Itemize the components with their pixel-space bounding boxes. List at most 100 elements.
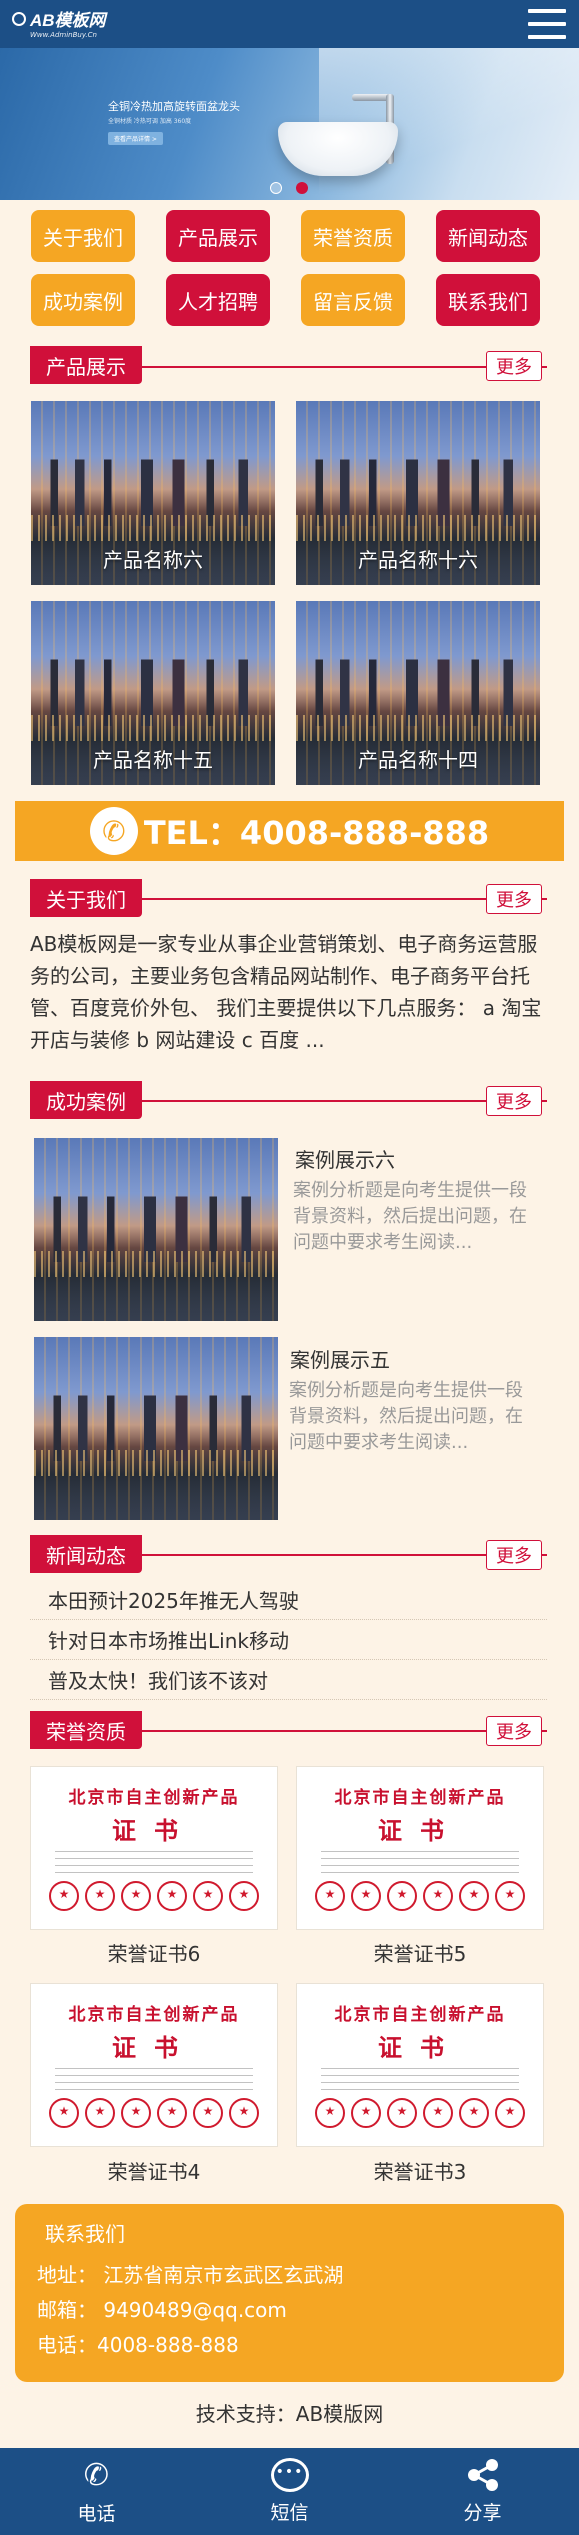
seal-icon xyxy=(85,1881,115,1911)
certificate-caption[interactable]: 荣誉证书5 xyxy=(296,1938,544,1967)
case-image[interactable] xyxy=(34,1138,278,1321)
news-item[interactable]: 普及太快！我们该不该对 xyxy=(30,1660,547,1700)
seal-icon xyxy=(157,1881,187,1911)
nav-feedback[interactable]: 留言反馈 xyxy=(301,274,405,326)
contact-address: 地址： 江苏省南京市玄武区玄武湖 xyxy=(37,2263,344,2287)
certificate-image[interactable]: 北京市自主创新产品 证书 xyxy=(30,1766,278,1930)
bottom-toolbar: ✆ 电话 短信 分享 xyxy=(0,2448,579,2535)
cases-more-link[interactable]: 更多 xyxy=(486,1086,542,1116)
news-item[interactable]: 本田预计2025年推无人驾驶 xyxy=(30,1580,547,1620)
certificate-subheading: 证书 xyxy=(112,2033,196,2062)
share-icon xyxy=(466,2458,500,2492)
message-icon xyxy=(270,2458,309,2492)
nav-about[interactable]: 关于我们 xyxy=(31,210,135,262)
seal-icon xyxy=(423,1881,453,1911)
case-description: 案例分析题是向考生提供一段背景资料，然后提出问题，在问题中要求考生阅读... xyxy=(289,1380,523,1453)
news-more-link[interactable]: 更多 xyxy=(486,1540,542,1570)
section-title-news: 新闻动态 xyxy=(30,1535,142,1573)
site-logo[interactable]: AB模板网 Www.AdminBuy.Cn xyxy=(12,6,106,39)
nav-products[interactable]: 产品展示 xyxy=(166,210,270,262)
product-name: 产品名称六 xyxy=(103,548,203,572)
seal-icon xyxy=(193,1881,223,1911)
section-title-honors: 荣誉资质 xyxy=(30,1711,142,1749)
nav-news[interactable]: 新闻动态 xyxy=(436,210,540,262)
about-text: AB模板网是一家专业从事企业营销策划、电子商务运营服务的公司，主要业务包含精品网… xyxy=(30,932,542,1052)
seal-icon xyxy=(387,1881,417,1911)
certificate-heading: 北京市自主创新产品 xyxy=(334,1788,506,1808)
section-title-products: 产品展示 xyxy=(30,346,142,384)
nav-honors[interactable]: 荣誉资质 xyxy=(301,210,405,262)
contact-box: 联系我们 地址： 江苏省南京市玄武区玄武湖 邮箱： 9490489@qq.com… xyxy=(15,2204,564,2382)
certificate-heading: 北京市自主创新产品 xyxy=(334,2005,506,2025)
phone-icon: ✆ xyxy=(89,807,138,855)
phone-number: TEL：4008-888-888 xyxy=(143,814,490,852)
nav-jobs[interactable]: 人才招聘 xyxy=(166,274,270,326)
products-more-link[interactable]: 更多 xyxy=(486,351,542,381)
certificate-image[interactable]: 北京市自主创新产品 证书 xyxy=(296,1983,544,2147)
product-card[interactable]: 产品名称六 xyxy=(31,401,275,585)
product-card[interactable]: 产品名称十四 xyxy=(296,601,540,785)
certificate-subheading: 证书 xyxy=(378,1816,462,1845)
section-title-about: 关于我们 xyxy=(30,879,142,917)
seal-icon xyxy=(85,2098,115,2128)
case-title[interactable]: 案例展示六 xyxy=(295,1144,395,1173)
product-name: 产品名称十五 xyxy=(93,748,213,772)
logo-mark-icon xyxy=(12,11,26,26)
tech-support-text: 技术支持：AB模版网 xyxy=(195,2402,384,2426)
banner-title: 全铜冷热加高旋转面盆龙头 xyxy=(108,100,240,113)
product-name: 产品名称十六 xyxy=(358,548,478,572)
about-more-link[interactable]: 更多 xyxy=(486,884,542,914)
product-card[interactable]: 产品名称十六 xyxy=(296,401,540,585)
seal-icon xyxy=(315,1881,345,1911)
hero-banner[interactable]: 全铜冷热加高旋转面盆龙头 全铜材质 冷热可调 加高 360度 查看产品详情 > xyxy=(0,48,579,200)
honors-more-link[interactable]: 更多 xyxy=(486,1716,542,1746)
seal-icon xyxy=(49,1881,79,1911)
product-name: 产品名称十四 xyxy=(358,748,478,772)
logo-text: AB模板网 xyxy=(30,11,106,30)
logo-subtitle: Www.AdminBuy.Cn xyxy=(30,31,97,39)
hamburger-menu-icon[interactable] xyxy=(528,9,566,39)
certificate-caption[interactable]: 荣誉证书6 xyxy=(30,1938,278,1967)
contact-title: 联系我们 xyxy=(45,2222,125,2246)
case-title[interactable]: 案例展示五 xyxy=(290,1344,390,1373)
product-card[interactable]: 产品名称十五 xyxy=(31,601,275,785)
nav-cases[interactable]: 成功案例 xyxy=(31,274,135,326)
seal-icon xyxy=(423,2098,453,2128)
footer-share-label: 分享 xyxy=(463,2502,502,2524)
seal-icon xyxy=(49,2098,79,2128)
section-title-cases: 成功案例 xyxy=(30,1081,142,1119)
top-header: AB模板网 Www.AdminBuy.Cn xyxy=(0,0,579,48)
case-image[interactable] xyxy=(34,1337,278,1520)
certificate-caption[interactable]: 荣誉证书3 xyxy=(296,2156,544,2185)
seal-icon xyxy=(229,1881,259,1911)
seal-icon xyxy=(193,2098,223,2128)
contact-phone[interactable]: 电话：4008-888-888 xyxy=(37,2329,239,2358)
phone-icon: ✆ xyxy=(83,2457,110,2493)
seal-icon xyxy=(121,1881,151,1911)
seal-icon xyxy=(351,1881,381,1911)
footer-call-label: 电话 xyxy=(77,2503,116,2525)
seal-icon xyxy=(387,2098,417,2128)
footer-sms-button[interactable]: 短信 xyxy=(193,2448,386,2535)
footer-call-button[interactable]: ✆ 电话 xyxy=(0,2448,193,2535)
seal-icon xyxy=(459,2098,489,2128)
footer-share-button[interactable]: 分享 xyxy=(386,2448,579,2535)
seal-icon xyxy=(459,1881,489,1911)
banner-button[interactable]: 查看产品详情 > xyxy=(108,132,163,145)
phone-banner[interactable]: ✆ TEL：4008-888-888 xyxy=(15,801,564,861)
seal-icon xyxy=(315,2098,345,2128)
certificate-subheading: 证书 xyxy=(112,1816,196,1845)
slider-dot-2[interactable] xyxy=(296,182,308,194)
news-item[interactable]: 针对日本市场推出Link移动 xyxy=(30,1620,547,1660)
seal-icon xyxy=(495,1881,525,1911)
certificate-caption[interactable]: 荣誉证书4 xyxy=(30,2156,278,2185)
seal-icon xyxy=(157,2098,187,2128)
seal-icon xyxy=(121,2098,151,2128)
case-description: 案例分析题是向考生提供一段背景资料，然后提出问题，在问题中要求考生阅读... xyxy=(293,1180,527,1253)
contact-email[interactable]: 邮箱： 9490489@qq.com xyxy=(37,2294,287,2323)
nav-contact[interactable]: 联系我们 xyxy=(436,274,540,326)
slider-dot-1[interactable] xyxy=(270,182,282,194)
certificate-image[interactable]: 北京市自主创新产品 证书 xyxy=(296,1766,544,1930)
certificate-image[interactable]: 北京市自主创新产品 证书 xyxy=(30,1983,278,2147)
certificate-subheading: 证书 xyxy=(378,2033,462,2062)
